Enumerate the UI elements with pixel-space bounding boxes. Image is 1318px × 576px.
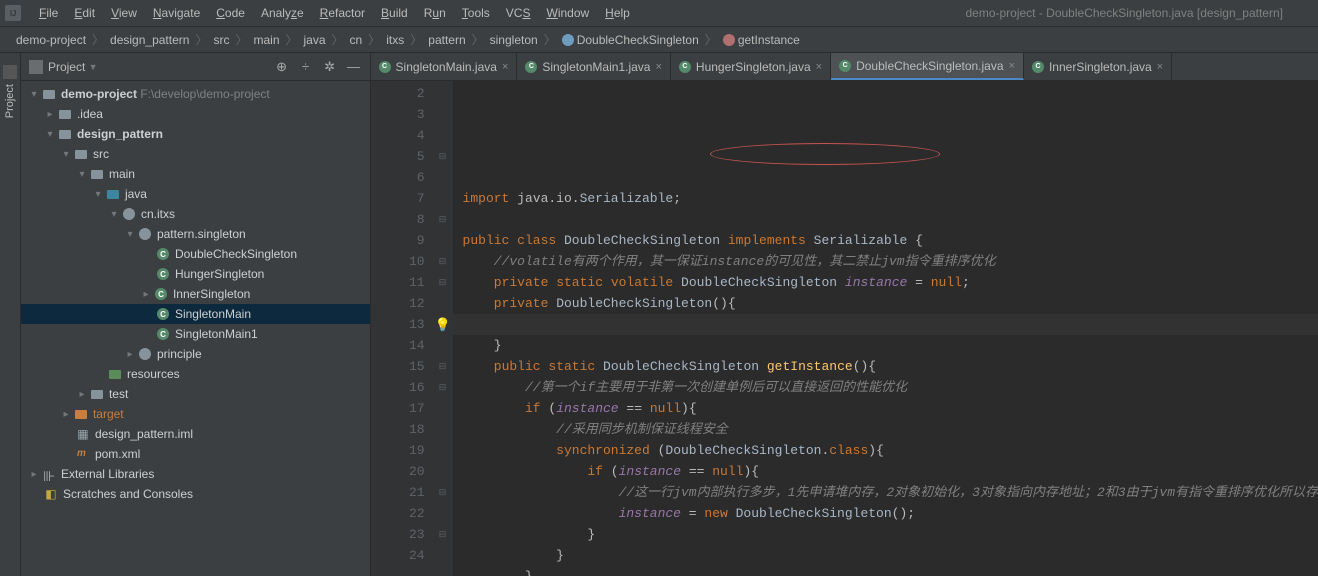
tree-item[interactable]: ▾main: [21, 164, 370, 184]
menu-file[interactable]: File: [31, 3, 66, 23]
tree-item[interactable]: ◧Scratches and Consoles: [21, 484, 370, 504]
gutter-icons: ⊟ ⊟ ⊟⊟ 💡 ⊟⊟ ⊟ ⊟: [433, 81, 453, 576]
tree-item[interactable]: ▦design_pattern.iml: [21, 424, 370, 444]
main-menu-bar: IJ File Edit View Navigate Code Analyze …: [0, 0, 1318, 27]
tree-item[interactable]: ▾java: [21, 184, 370, 204]
tab-active[interactable]: CDoubleCheckSingleton.java×: [831, 53, 1024, 80]
fold-icon[interactable]: ⊟: [433, 251, 453, 272]
breadcrumb-item[interactable]: getInstance: [717, 31, 806, 49]
tree-item[interactable]: ▸test: [21, 384, 370, 404]
fold-icon[interactable]: ⊟: [433, 272, 453, 293]
breadcrumb-item[interactable]: cn: [344, 31, 369, 49]
method-icon: [723, 34, 735, 46]
menu-view[interactable]: View: [103, 3, 145, 23]
breadcrumb-item[interactable]: DoubleCheckSingleton: [556, 31, 705, 49]
tab[interactable]: CInnerSingleton.java×: [1024, 53, 1172, 80]
project-panel: Project ▼ ⊕ ÷ ✲ — ▾ demo-project F:\deve…: [21, 53, 371, 576]
editor-area: CSingletonMain.java× CSingletonMain1.jav…: [371, 53, 1318, 576]
tree-item[interactable]: ▾design_pattern: [21, 124, 370, 144]
tree-item[interactable]: ▸CInnerSingleton: [21, 284, 370, 304]
tab[interactable]: CSingletonMain1.java×: [517, 53, 671, 80]
project-panel-header: Project ▼ ⊕ ÷ ✲ —: [21, 53, 370, 81]
breadcrumb-item[interactable]: singleton: [484, 31, 544, 49]
menu-analyze[interactable]: Analyze: [253, 3, 312, 23]
fold-icon[interactable]: ⊟: [433, 146, 453, 167]
tree-item[interactable]: ▸principle: [21, 344, 370, 364]
tree-item[interactable]: ▸⊪External Libraries: [21, 464, 370, 484]
menu-window[interactable]: Window: [538, 3, 597, 23]
hide-icon[interactable]: —: [346, 59, 362, 75]
code-content[interactable]: import java.io.Serializable; public clas…: [453, 81, 1318, 576]
tree-item[interactable]: ▾pattern.singleton: [21, 224, 370, 244]
tree-root[interactable]: ▾ demo-project F:\develop\demo-project: [21, 84, 370, 104]
tree-item[interactable]: ▸.idea: [21, 104, 370, 124]
menu-edit[interactable]: Edit: [66, 3, 103, 23]
breadcrumb-item[interactable]: src: [207, 31, 235, 49]
settings-icon[interactable]: ✲: [322, 59, 338, 75]
breadcrumb: demo-project〉 design_pattern〉 src〉 main〉…: [0, 27, 1318, 53]
fold-icon[interactable]: ⊟: [433, 209, 453, 230]
breadcrumb-item[interactable]: itxs: [380, 31, 410, 49]
close-icon[interactable]: ×: [1157, 61, 1163, 73]
close-icon[interactable]: ×: [1009, 60, 1015, 72]
tree-item[interactable]: resources: [21, 364, 370, 384]
breadcrumb-item[interactable]: demo-project: [10, 31, 92, 49]
tree-item-selected[interactable]: CSingletonMain: [21, 304, 370, 324]
breadcrumb-item[interactable]: pattern: [422, 31, 471, 49]
tree-item[interactable]: mpom.xml: [21, 444, 370, 464]
class-icon: [562, 34, 574, 46]
close-icon[interactable]: ×: [816, 61, 822, 73]
tab[interactable]: CHungerSingleton.java×: [671, 53, 831, 80]
menu-run[interactable]: Run: [416, 3, 454, 23]
tab[interactable]: CSingletonMain.java×: [371, 53, 518, 80]
annotation-ellipse: [710, 143, 940, 165]
menu-refactor[interactable]: Refactor: [312, 3, 373, 23]
close-icon[interactable]: ×: [655, 61, 661, 73]
editor-tabs: CSingletonMain.java× CSingletonMain1.jav…: [371, 53, 1318, 81]
close-icon[interactable]: ×: [502, 61, 508, 73]
breadcrumb-item[interactable]: design_pattern: [104, 31, 195, 49]
bulb-icon[interactable]: 💡: [433, 314, 453, 335]
breadcrumb-item[interactable]: main: [247, 31, 285, 49]
project-view-icon: [29, 60, 43, 74]
tree-item[interactable]: ▾cn.itxs: [21, 204, 370, 224]
fold-icon[interactable]: ⊟: [433, 377, 453, 398]
tree-item[interactable]: CDoubleCheckSingleton: [21, 244, 370, 264]
tree-item[interactable]: CSingletonMain1: [21, 324, 370, 344]
line-number-gutter: 23456789101112131415161718192021222324: [371, 81, 433, 576]
menu-navigate[interactable]: Navigate: [145, 3, 208, 23]
project-view-dropdown[interactable]: Project ▼: [48, 60, 98, 74]
fold-icon[interactable]: ⊟: [433, 524, 453, 545]
menu-vcs[interactable]: VCS: [498, 3, 539, 23]
fold-icon[interactable]: ⊟: [433, 356, 453, 377]
fold-icon[interactable]: ⊟: [433, 482, 453, 503]
tree-item[interactable]: ▸target: [21, 404, 370, 424]
ide-logo-icon: IJ: [5, 5, 21, 21]
project-tool-icon[interactable]: [3, 65, 17, 79]
menu-code[interactable]: Code: [208, 3, 253, 23]
breadcrumb-item[interactable]: java: [298, 31, 332, 49]
project-tool-label[interactable]: Project: [2, 79, 18, 123]
locate-icon[interactable]: ⊕: [274, 59, 290, 75]
menu-build[interactable]: Build: [373, 3, 416, 23]
tree-item[interactable]: ▾src: [21, 144, 370, 164]
project-tree[interactable]: ▾ demo-project F:\develop\demo-project ▸…: [21, 81, 370, 576]
menu-help[interactable]: Help: [597, 3, 638, 23]
menu-tools[interactable]: Tools: [454, 3, 498, 23]
tool-window-stripe: Project: [0, 53, 21, 576]
tree-item[interactable]: CHungerSingleton: [21, 264, 370, 284]
code-editor[interactable]: 23456789101112131415161718192021222324 ⊟…: [371, 81, 1318, 576]
expand-icon[interactable]: ÷: [298, 59, 314, 75]
window-title: demo-project - DoubleCheckSingleton.java…: [965, 6, 1283, 20]
